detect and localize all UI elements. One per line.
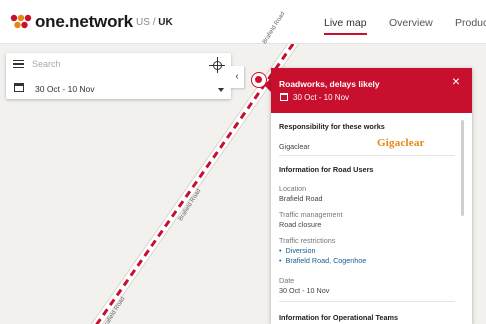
info-panel-date: 30 Oct - 10 Nov <box>293 93 350 102</box>
search-row <box>6 53 231 75</box>
close-icon[interactable]: × <box>449 74 463 88</box>
logo-icon <box>10 14 32 29</box>
calendar-icon <box>280 93 288 101</box>
divider <box>279 301 455 302</box>
search-input[interactable] <box>32 57 192 71</box>
marker-dot <box>255 76 262 83</box>
nav-live-map[interactable]: Live map <box>324 17 367 35</box>
operational-heading: Information for Operational Teams <box>279 313 399 322</box>
date-range-select[interactable]: 30 Oct - 10 Nov <box>6 75 231 99</box>
divider <box>279 155 455 156</box>
panel-pointer <box>264 78 271 92</box>
region-uk[interactable]: UK <box>158 17 172 28</box>
region-switcher[interactable]: US / UK <box>136 17 173 28</box>
chevron-down-icon <box>218 88 224 92</box>
nav-overview[interactable]: Overview <box>389 17 433 29</box>
date-label: Date <box>279 276 295 285</box>
restriction-link[interactable]: Diversion <box>279 246 316 255</box>
region-us[interactable]: US <box>136 17 150 28</box>
nav-products[interactable]: Produc <box>455 17 486 29</box>
info-panel-title: Roadworks, delays likely <box>279 79 380 89</box>
traffic-management-value: Road closure <box>279 220 322 229</box>
road-users-heading: Information for Road Users <box>279 165 374 174</box>
info-panel: Roadworks, delays likely 30 Oct - 10 Nov… <box>271 68 472 324</box>
responsibility-heading: Responsibility for these works <box>279 122 385 131</box>
locate-icon[interactable] <box>209 57 225 73</box>
date-value: 30 Oct - 10 Nov <box>279 286 330 295</box>
menu-icon[interactable] <box>13 60 24 68</box>
search-panel: 30 Oct - 10 Nov <box>6 53 231 99</box>
responsible-org: Gigaclear <box>279 142 310 151</box>
traffic-restrictions-label: Traffic restrictions <box>279 236 336 245</box>
traffic-management-label: Traffic management <box>279 210 343 219</box>
region-separator: / <box>152 17 156 28</box>
gigaclear-logo: Gigaclear <box>377 137 425 149</box>
location-value: Brafield Road <box>279 194 323 203</box>
date-range-value: 30 Oct - 10 Nov <box>35 84 95 94</box>
logo-text: one.network <box>35 12 133 31</box>
top-header: one.network US / UK Live map Overview Pr… <box>0 0 486 44</box>
collapse-panel-button[interactable]: ‹ <box>230 66 244 88</box>
scrollbar[interactable] <box>461 120 464 216</box>
brand-logo[interactable]: one.network <box>10 11 133 33</box>
location-label: Location <box>279 184 307 193</box>
info-panel-body[interactable]: Responsibility for these works Gigaclear… <box>271 113 472 324</box>
info-panel-header: Roadworks, delays likely 30 Oct - 10 Nov… <box>271 68 472 113</box>
restriction-link[interactable]: Brafield Road, Cogenhoe <box>279 256 367 265</box>
calendar-icon <box>14 83 24 92</box>
